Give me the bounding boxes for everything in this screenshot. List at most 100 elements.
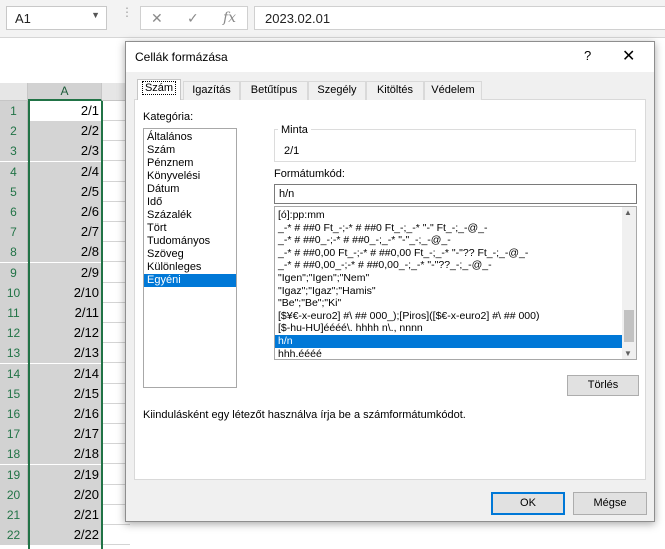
row-header[interactable]: 6 — [0, 202, 28, 222]
row-header[interactable]: 13 — [0, 343, 28, 364]
list-item[interactable]: "Igen";"Igen";"Nem" — [275, 272, 623, 285]
function-icon[interactable]: fx — [223, 10, 236, 26]
row-header[interactable]: 8 — [0, 242, 28, 263]
row-header[interactable]: 22 — [0, 525, 28, 546]
list-item[interactable]: hhh.éééé — [275, 348, 623, 359]
row-header[interactable]: 5 — [0, 181, 28, 202]
row-header[interactable]: 7 — [0, 222, 28, 243]
chevron-down-icon[interactable]: ▼ — [91, 10, 100, 20]
tab-fill[interactable]: Kitöltés — [366, 81, 424, 100]
cell[interactable]: 2/22 — [29, 525, 102, 546]
row-header[interactable]: 14 — [0, 363, 28, 384]
name-box[interactable]: A1 ▼ — [6, 6, 107, 30]
drag-handle-icon[interactable]: ⋮ — [121, 6, 133, 26]
list-item[interactable]: Szám — [144, 144, 236, 157]
close-icon[interactable]: ✕ — [622, 46, 635, 66]
tab-number[interactable]: Szám — [137, 79, 181, 101]
list-item[interactable]: [$-hu-HU]éééé\. hhhh n\., nnnn — [275, 322, 623, 335]
list-item[interactable]: _-* # ##0 Ft_-;-* # ##0 Ft_-;_-* "-" Ft_… — [275, 222, 623, 235]
cell[interactable]: 2/16 — [29, 404, 102, 424]
list-item[interactable]: _-* # ##0,00_-;-* # ##0,00_-;_-* "-"??_-… — [275, 259, 623, 272]
number-tab-page: Kategória: Általános Szám Pénznem Könyvelés… — [134, 100, 646, 480]
row-header[interactable]: 20 — [0, 484, 28, 505]
list-item[interactable]: Tört — [144, 222, 236, 235]
list-item[interactable]: "Be";"Be";"Ki" — [275, 297, 623, 310]
cancel-button[interactable]: Mégse — [573, 492, 647, 515]
list-item[interactable]: "Igaz";"Igaz";"Hamis" — [275, 285, 623, 298]
list-item[interactable]: Különleges — [144, 261, 236, 274]
chevron-down-icon[interactable]: ▼ — [624, 349, 632, 358]
list-item[interactable]: h/n — [275, 335, 623, 348]
list-item[interactable]: [$¥€-x-euro2] #\ ## 000_);[Piros]([$€-x-… — [275, 310, 623, 323]
tab-font[interactable]: Betűtípus — [240, 81, 308, 100]
cell[interactable]: 2/8 — [29, 242, 102, 263]
list-item[interactable]: [ó]:pp:mm — [275, 209, 623, 222]
list-item[interactable]: Százalék — [144, 209, 236, 222]
row-header[interactable]: 19 — [0, 464, 28, 485]
scrollbar-thumb[interactable] — [624, 310, 634, 342]
cell[interactable]: 2/18 — [29, 444, 102, 465]
format-code-list[interactable]: [ó]:pp:mm _-* # ##0 Ft_-;-* # ##0 Ft_-;_-… — [274, 206, 637, 360]
cell[interactable]: 2/9 — [29, 262, 102, 283]
list-item[interactable]: Pénznem — [144, 157, 236, 170]
tab-border[interactable]: Szegély — [308, 81, 366, 100]
cancel-icon[interactable]: ✕ — [151, 10, 163, 27]
ok-button[interactable]: OK — [491, 492, 565, 515]
cell[interactable]: 2/11 — [29, 303, 102, 323]
cell[interactable]: 2/20 — [29, 484, 102, 505]
chevron-up-icon[interactable]: ▲ — [624, 208, 632, 217]
list-item[interactable]: _-* # ##0_-;-* # ##0_-;_-* "-"_-;_-@_- — [275, 234, 623, 247]
cell[interactable]: 2/4 — [29, 161, 102, 182]
list-item[interactable]: _-* # ##0,00 Ft_-;-* # ##0,00 Ft_-;_-* "… — [275, 247, 623, 260]
cell[interactable]: 2/5 — [29, 181, 102, 202]
list-item[interactable]: Szöveg — [144, 248, 236, 261]
tab-label: Szám — [141, 81, 177, 95]
list-item[interactable]: Dátum — [144, 183, 236, 196]
row-header[interactable]: 15 — [0, 383, 28, 404]
row-header[interactable]: 12 — [0, 323, 28, 344]
table-row: 12 2/12 — [0, 323, 130, 344]
list-item[interactable]: Egyéni — [144, 274, 236, 287]
cell[interactable]: 2/21 — [29, 505, 102, 525]
format-cells-dialog: Cellák formázása ? ✕ Szám Igazítás Betűt… — [125, 41, 655, 522]
list-item[interactable]: Könyvelési — [144, 170, 236, 183]
cell[interactable]: 2/15 — [29, 383, 102, 404]
cell[interactable]: 2/2 — [29, 121, 102, 142]
column-header-a[interactable]: A — [28, 83, 102, 101]
tab-protection[interactable]: Védelem — [424, 81, 482, 100]
formula-input[interactable]: 2023.02.01 — [254, 6, 665, 30]
select-all-corner[interactable] — [0, 83, 28, 101]
cell[interactable]: 2/3 — [29, 141, 102, 162]
cell[interactable]: 2/13 — [29, 343, 102, 364]
check-icon[interactable]: ✓ — [187, 10, 199, 27]
cell[interactable]: 2/19 — [29, 464, 102, 485]
row-header[interactable]: 18 — [0, 444, 28, 465]
delete-button[interactable]: Törlés — [567, 375, 639, 396]
cell[interactable]: 2/10 — [29, 282, 102, 303]
format-list-scrollbar[interactable]: ▲ ▼ — [622, 207, 636, 359]
row-header[interactable]: 3 — [0, 141, 28, 162]
row-header[interactable]: 16 — [0, 404, 28, 424]
cell[interactable]: 2/6 — [29, 202, 102, 222]
row-header[interactable]: 4 — [0, 161, 28, 182]
row-header[interactable]: 1 — [0, 101, 28, 121]
row-header[interactable]: 2 — [0, 121, 28, 142]
list-item[interactable]: Általános — [144, 131, 236, 144]
cell[interactable]: 2/17 — [29, 424, 102, 445]
row-header[interactable]: 10 — [0, 282, 28, 303]
tab-alignment[interactable]: Igazítás — [183, 81, 240, 100]
cell[interactable]: 2/7 — [29, 222, 102, 243]
format-code-input[interactable]: h/n — [274, 184, 637, 204]
row-header[interactable]: 9 — [0, 262, 28, 283]
cell[interactable]: 2/14 — [29, 363, 102, 384]
category-list[interactable]: Általános Szám Pénznem Könyvelési Dátum Idő Sz… — [143, 128, 237, 388]
list-item[interactable]: Idő — [144, 196, 236, 209]
row-header[interactable]: 21 — [0, 505, 28, 525]
cell[interactable]: 2/12 — [29, 323, 102, 344]
help-icon[interactable]: ? — [584, 48, 591, 63]
row-header[interactable]: 17 — [0, 424, 28, 445]
name-box-value: A1 — [15, 11, 31, 26]
row-header[interactable]: 11 — [0, 303, 28, 323]
cell[interactable]: 2/1 — [29, 101, 102, 121]
list-item[interactable]: Tudományos — [144, 235, 236, 248]
